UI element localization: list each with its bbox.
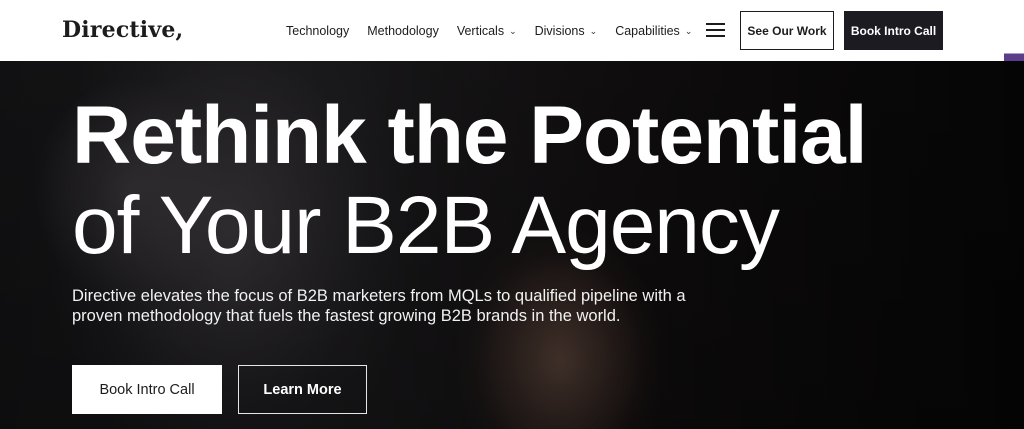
see-our-work-button[interactable]: See Our Work — [740, 11, 834, 50]
nav-label: Verticals — [456, 23, 505, 38]
nav-item-divisions[interactable]: Divisions ⌄ — [535, 24, 598, 38]
chevron-down-icon: ⌄ — [589, 26, 598, 36]
main-nav: Technology Methodology Verticals ⌄ Divis… — [286, 0, 710, 61]
nav-label: Divisions — [534, 23, 585, 38]
chevron-down-icon: ⌄ — [509, 26, 517, 36]
chevron-down-icon: ⌄ — [684, 26, 693, 36]
headline-line-2: of Your B2B Agency — [72, 180, 780, 271]
accent-strip — [1004, 0, 1024, 61]
nav-label: Capabilities — [615, 23, 680, 38]
nav-item-technology[interactable]: Technology — [286, 24, 349, 38]
nav-label: Technology — [286, 23, 350, 38]
nav-item-methodology[interactable]: Methodology — [367, 24, 439, 38]
nav-item-verticals[interactable]: Verticals ⌄ — [457, 24, 517, 38]
hero-section: Rethink the Potential of Your B2B Agency… — [0, 61, 1024, 429]
headline-line-1: Rethink the Potential — [72, 90, 868, 181]
hamburger-icon[interactable] — [706, 23, 725, 38]
learn-more-button[interactable]: Learn More — [238, 365, 367, 414]
nav-label: Methodology — [367, 23, 439, 38]
book-intro-call-button[interactable]: Book Intro Call — [844, 11, 943, 50]
nav-item-capabilities[interactable]: Capabilities ⌄ — [615, 24, 692, 38]
logo[interactable]: Directive, — [62, 17, 183, 43]
hero-subtext: Directive elevates the focus of B2B mark… — [72, 287, 686, 325]
hero-headline: Rethink the Potential of Your B2B Agency — [72, 90, 868, 271]
site-header: Directive, Technology Methodology Vertic… — [0, 0, 1004, 61]
hero-book-intro-call-button[interactable]: Book Intro Call — [72, 365, 222, 414]
